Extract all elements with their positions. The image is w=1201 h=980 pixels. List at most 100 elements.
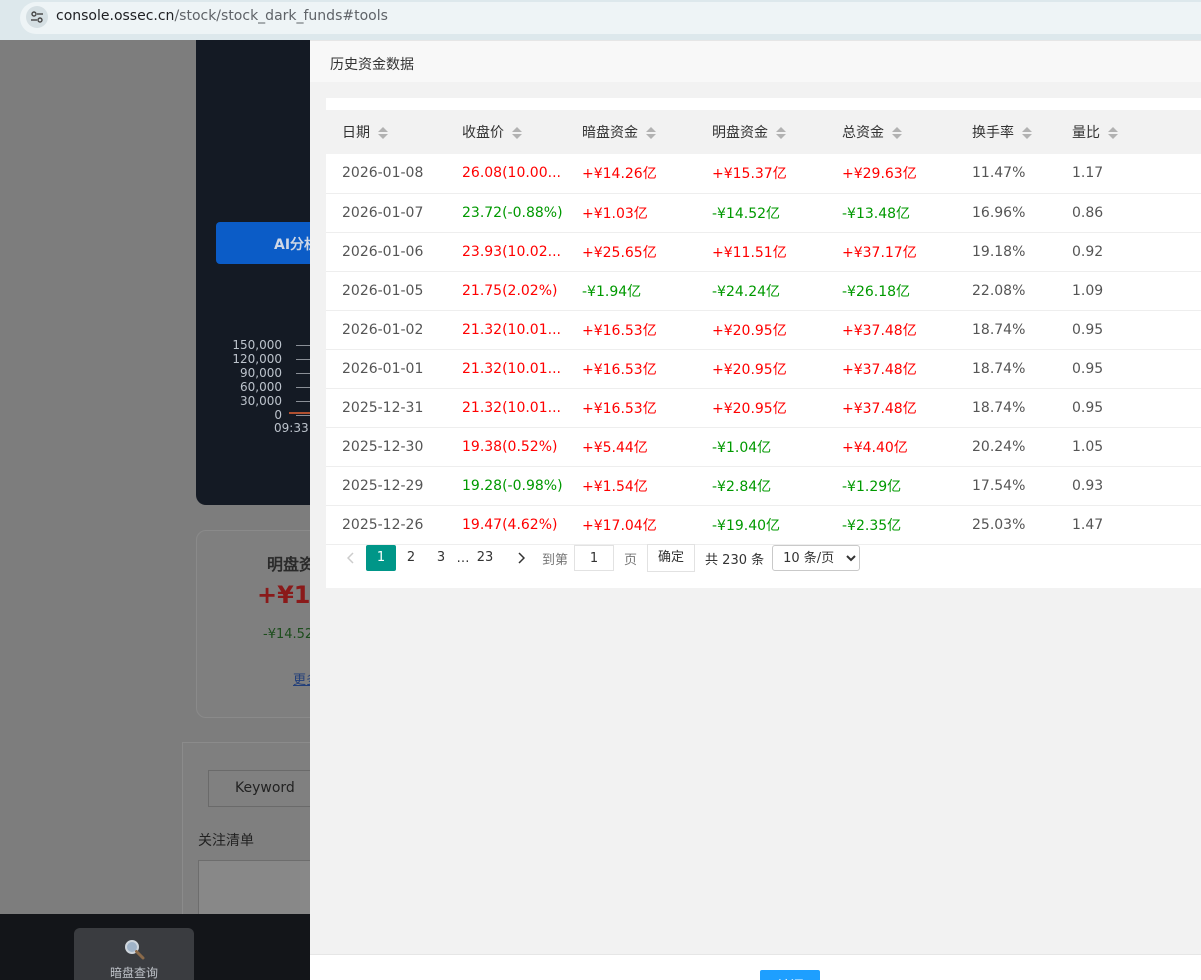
cell-dark-funds: -¥1.94亿 xyxy=(582,283,642,300)
table-row[interactable]: 2025-12-29 19.28(-0.98%) +¥1.54亿 -¥2.84亿 -¥1… xyxy=(326,466,1201,505)
cell-total-funds: +¥4.40亿 xyxy=(842,439,908,456)
cell-open-funds: -¥14.52亿 xyxy=(712,205,781,222)
col-header-total-funds[interactable]: 总资金 xyxy=(826,104,956,154)
cell-turnover: 18.74% xyxy=(972,399,1026,416)
sort-icon[interactable] xyxy=(1108,127,1118,139)
watchlist-label: 关注清单 xyxy=(198,833,254,849)
cell-close: 23.72(-0.88%) xyxy=(462,204,563,221)
y-tick: 0 xyxy=(228,408,318,422)
open-funds-title: 明盘资 xyxy=(267,555,316,574)
sort-icon[interactable] xyxy=(646,127,656,139)
page-size-select[interactable]: 10 条/页20 条/页30 条/页50 条/页 xyxy=(772,545,861,571)
cell-volume-ratio: 0.92 xyxy=(1072,243,1104,260)
col-header-label: 日期 xyxy=(342,125,370,141)
next-page-button[interactable] xyxy=(506,545,536,571)
page-button-2[interactable]: 2 xyxy=(396,545,426,571)
col-header-turnover[interactable]: 换手率 xyxy=(956,104,1056,154)
cell-turnover: 17.54% xyxy=(972,477,1026,494)
cell-total-funds: -¥1.29亿 xyxy=(842,478,902,495)
page-button-3[interactable]: 3 xyxy=(426,545,456,571)
table-row[interactable]: 2026-01-06 23.93(10.02... +¥25.65亿 +¥11.51亿… xyxy=(326,232,1201,271)
table-header-row: 日期 收盘价 暗盘资金 明盘资金 总资金 换手率 量比 xyxy=(326,104,1201,154)
col-header-volume-ratio[interactable]: 量比 xyxy=(1056,104,1201,154)
drawer-title: 历史资金数据 xyxy=(330,57,414,73)
cell-dark-funds: +¥1.54亿 xyxy=(582,478,648,495)
history-table-card: 日期 收盘价 暗盘资金 明盘资金 总资金 换手率 量比 2026-01-08 26… xyxy=(326,98,1201,588)
sort-icon[interactable] xyxy=(512,127,522,139)
sort-icon[interactable] xyxy=(1022,127,1032,139)
cell-dark-funds: +¥14.26亿 xyxy=(582,166,657,183)
cell-close: 26.08(10.00... xyxy=(462,165,561,182)
chart-y-axis: 150,000 120,000 90,000 60,000 30,000 0 xyxy=(228,338,318,422)
drawer-header: 历史资金数据 xyxy=(310,40,1201,82)
table-row[interactable]: 2025-12-31 21.32(10.01... +¥16.53亿 +¥20.95亿… xyxy=(326,388,1201,427)
col-header-label: 换手率 xyxy=(972,125,1014,141)
goto-page-input[interactable] xyxy=(574,545,615,571)
cell-volume-ratio: 1.05 xyxy=(1072,438,1104,455)
cell-open-funds: +¥20.95亿 xyxy=(712,361,787,378)
cell-turnover: 16.96% xyxy=(972,204,1026,221)
cell-date: 2026-01-02 xyxy=(342,321,424,338)
cell-turnover: 18.74% xyxy=(972,360,1026,377)
pagination: 1 2 3 … 23 到第 页 确定 共 230 条 10 条/页20 条/页3… xyxy=(326,538,1201,578)
cell-open-funds: -¥24.24亿 xyxy=(712,283,781,300)
page-button-1[interactable]: 1 xyxy=(366,545,396,571)
col-header-label: 量比 xyxy=(1072,125,1100,141)
cell-total-funds: +¥37.48亿 xyxy=(842,400,917,417)
prev-page-button[interactable] xyxy=(336,545,366,571)
goto-confirm-button[interactable]: 确定 xyxy=(647,544,696,572)
cell-open-funds: -¥1.04亿 xyxy=(712,439,772,456)
keyword-input[interactable]: Keyword xyxy=(208,770,318,807)
col-header-dark-funds[interactable]: 暗盘资金 xyxy=(566,104,696,154)
cell-volume-ratio: 0.95 xyxy=(1072,321,1104,338)
table-row[interactable]: 2026-01-05 21.75(2.02%) -¥1.94亿 -¥24.24亿 -¥2… xyxy=(326,271,1201,310)
cell-volume-ratio: 0.86 xyxy=(1072,204,1104,221)
sort-icon[interactable] xyxy=(892,127,902,139)
cell-close: 21.75(2.02%) xyxy=(462,282,558,299)
cell-turnover: 18.74% xyxy=(972,321,1026,338)
col-header-date[interactable]: 日期 xyxy=(326,104,446,154)
sort-icon[interactable] xyxy=(378,127,388,139)
cell-close: 21.32(10.01... xyxy=(462,321,561,338)
table-row[interactable]: 2026-01-02 21.32(10.01... +¥16.53亿 +¥20.95亿… xyxy=(326,310,1201,349)
bottom-tab-dark-query[interactable]: 暗盘查询 xyxy=(74,928,194,980)
total-count: 共 230 条 xyxy=(705,552,765,568)
open-funds-sub: -¥14.52 xyxy=(263,627,314,642)
col-header-label: 明盘资金 xyxy=(712,125,768,141)
bottom-tab-label: 暗盘查询 xyxy=(109,966,158,980)
cell-total-funds: +¥37.48亿 xyxy=(842,322,917,339)
cell-open-funds: +¥20.95亿 xyxy=(712,400,787,417)
cell-volume-ratio: 0.95 xyxy=(1072,360,1104,377)
browser-url-bar: console.ossec.cn/stock/stock_dark_funds#… xyxy=(0,0,1201,40)
cell-total-funds: -¥13.48亿 xyxy=(842,205,911,222)
watchlist-box xyxy=(198,860,318,920)
table-row[interactable]: 2026-01-01 21.32(10.01... +¥16.53亿 +¥20.95亿… xyxy=(326,349,1201,388)
cell-open-funds: +¥20.95亿 xyxy=(712,322,787,339)
col-header-close[interactable]: 收盘价 xyxy=(446,104,566,154)
table-row[interactable]: 2025-12-30 19.38(0.52%) +¥5.44亿 -¥1.04亿 +¥4.… xyxy=(326,427,1201,466)
cell-dark-funds: +¥5.44亿 xyxy=(582,439,648,456)
cell-turnover: 20.24% xyxy=(972,438,1026,455)
cell-date: 2025-12-30 xyxy=(342,438,424,455)
col-header-open-funds[interactable]: 明盘资金 xyxy=(696,104,826,154)
chevron-left-icon xyxy=(347,552,354,564)
table-row[interactable]: 2026-01-08 26.08(10.00... +¥14.26亿 +¥15.37亿… xyxy=(326,154,1201,193)
sort-icon[interactable] xyxy=(776,127,786,139)
y-tick: 120,000 xyxy=(228,352,318,366)
cell-turnover: 22.08% xyxy=(972,282,1026,299)
cell-close: 19.28(-0.98%) xyxy=(462,477,563,494)
table-row[interactable]: 2026-01-07 23.72(-0.88%) +¥1.03亿 -¥14.52亿 -¥… xyxy=(326,193,1201,232)
y-tick: 90,000 xyxy=(228,366,318,380)
cell-date: 2026-01-01 xyxy=(342,360,424,377)
history-funds-drawer: 历史资金数据 日期 收盘价 暗盘资金 明盘资金 总资金 换手率 量比 2026-… xyxy=(310,40,1201,980)
close-button[interactable]: 关闭 xyxy=(760,970,820,980)
cell-close: 23.93(10.02... xyxy=(462,243,561,260)
col-header-label: 收盘价 xyxy=(462,125,504,141)
chevron-right-icon xyxy=(518,552,525,564)
site-settings-icon[interactable] xyxy=(26,6,48,28)
cell-close: 21.32(10.01... xyxy=(462,360,561,377)
url-text[interactable]: console.ossec.cn/stock/stock_dark_funds#… xyxy=(56,8,388,24)
page-button-last[interactable]: 23 xyxy=(470,545,500,571)
goto-label: 到第 xyxy=(542,552,569,568)
cell-date: 2025-12-29 xyxy=(342,477,424,494)
